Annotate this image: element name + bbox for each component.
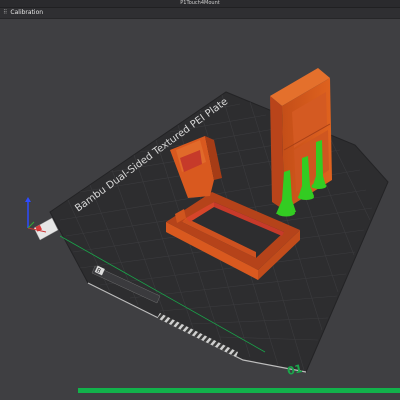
plate-number: 01 xyxy=(286,362,304,378)
slicing-progress-bar xyxy=(78,388,400,393)
slicing-progress-fill xyxy=(78,388,400,393)
3d-viewport[interactable]: B Bambu Dual-Sided Textured PEI Plate 01 xyxy=(0,19,400,400)
y-axis xyxy=(27,221,35,229)
tab-label: Calibration xyxy=(10,9,44,16)
tab-calibration[interactable]: ⠿ Calibration xyxy=(3,8,43,18)
window-title: P1Touch4Mount xyxy=(0,0,400,8)
drag-dots-icon: ⠿ xyxy=(3,9,8,16)
tab-bar: ⠿ Calibration xyxy=(0,8,400,19)
